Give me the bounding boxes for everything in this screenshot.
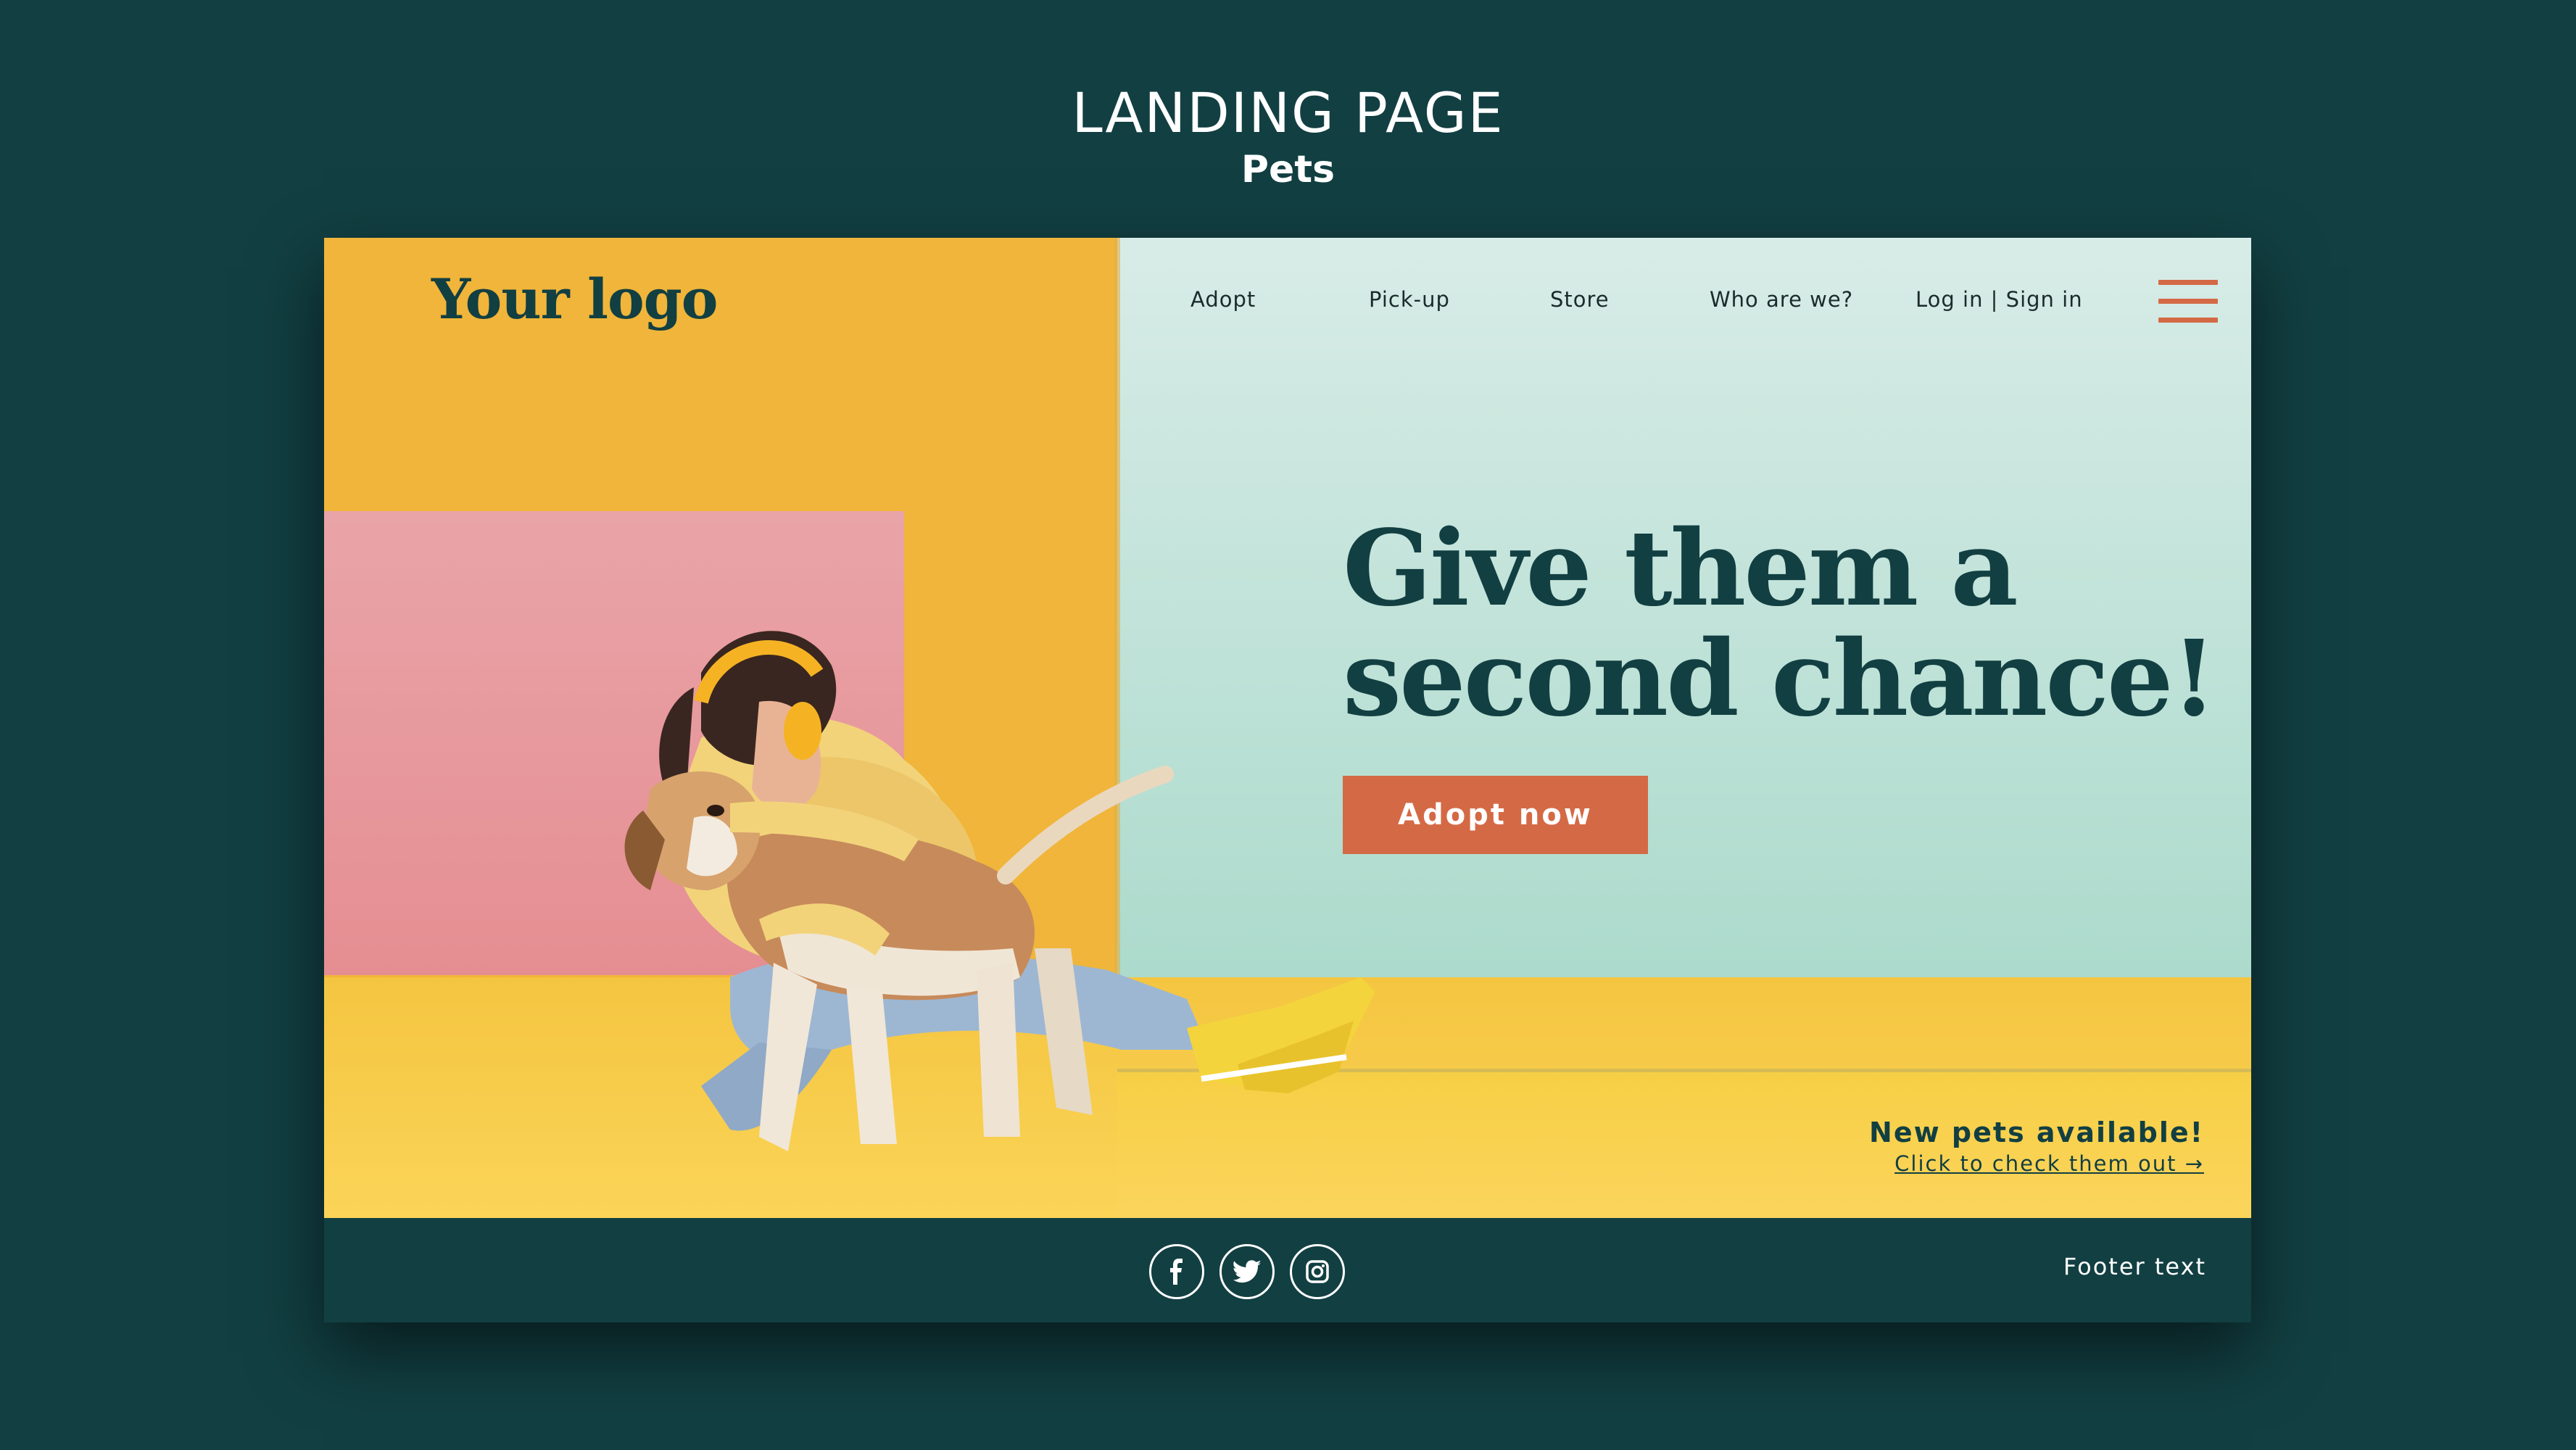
hero-headline: Give them a second chance!: [1343, 507, 2217, 740]
footer-text: Footer text: [2063, 1253, 2206, 1280]
twitter-icon[interactable]: [1219, 1244, 1275, 1299]
facebook-icon[interactable]: [1149, 1244, 1204, 1299]
nav-adopt[interactable]: Adopt: [1190, 287, 1256, 312]
site-logo[interactable]: Your logo: [431, 267, 718, 331]
page-title: LANDING PAGE: [1072, 80, 1504, 145]
nav-store[interactable]: Store: [1550, 287, 1610, 312]
page-subtitle: Pets: [1241, 148, 1335, 191]
adopt-now-button[interactable]: Adopt now: [1343, 776, 1648, 854]
nav-login-signin[interactable]: Log in | Sign in: [1916, 287, 2083, 312]
new-pets-promo: New pets available! Click to check them …: [1869, 1116, 2204, 1176]
headline-line-2: second chance!: [1343, 617, 2217, 740]
site-footer: Footer text: [324, 1218, 2251, 1322]
instagram-icon[interactable]: [1290, 1244, 1345, 1299]
new-pets-title: New pets available!: [1869, 1116, 2204, 1148]
check-them-out-link[interactable]: Click to check them out →: [1894, 1151, 2204, 1176]
landing-page-mockup: Your logo Adopt Pick-up Store Who are we…: [324, 238, 2251, 1322]
hero-section: Your logo Adopt Pick-up Store Who are we…: [324, 238, 2251, 1218]
nav-pick-up[interactable]: Pick-up: [1369, 287, 1450, 312]
headline-line-1: Give them a: [1343, 507, 2018, 629]
nav-who-are-we[interactable]: Who are we?: [1710, 287, 1853, 312]
page-heading: LANDING PAGE Pets: [0, 80, 2576, 193]
hamburger-menu-icon[interactable]: [2158, 280, 2218, 323]
